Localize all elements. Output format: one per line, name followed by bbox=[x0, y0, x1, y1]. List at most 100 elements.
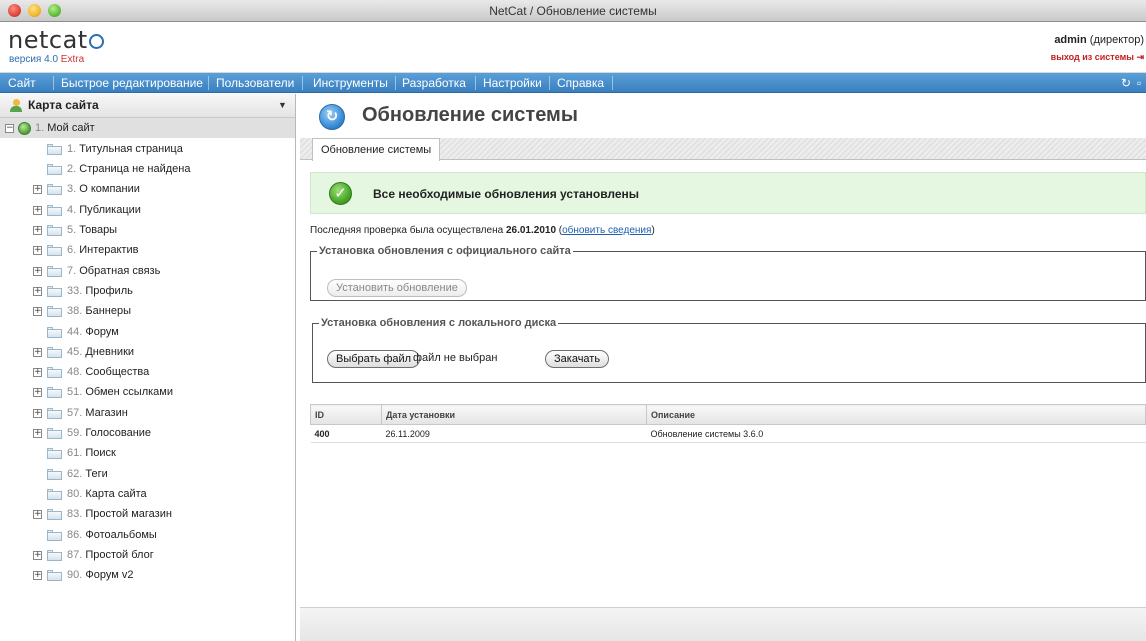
expand-icon[interactable]: + bbox=[33, 185, 42, 194]
folder-icon bbox=[47, 570, 62, 581]
menu-item-quick-edit[interactable]: Быстрое редактирование bbox=[61, 73, 203, 93]
tree-item[interactable]: + 87. Простой блог bbox=[0, 545, 295, 565]
main-menu: Сайт Быстрое редактирование Пользователи… bbox=[0, 73, 1146, 93]
tree-item[interactable]: + 38. Баннеры bbox=[0, 301, 295, 321]
choose-file-button[interactable]: Выбрать файл bbox=[327, 350, 421, 368]
tree-item[interactable]: + 83. Простой магазин bbox=[0, 504, 295, 524]
tree-item[interactable]: + 4. Публикации bbox=[0, 200, 295, 220]
main-panel: ↻ Обновление системы Обновление системы … bbox=[300, 94, 1146, 641]
install-update-button[interactable]: Установить обновление bbox=[327, 279, 467, 297]
close-window-icon[interactable] bbox=[8, 4, 21, 17]
tree-item[interactable]: + 51. Обмен ссылками bbox=[0, 382, 295, 402]
menu-item-users[interactable]: Пользователи bbox=[216, 73, 294, 93]
folder-icon bbox=[47, 530, 62, 541]
tree-item[interactable]: + 7. Обратная связь bbox=[0, 261, 295, 281]
tree-item-number: 59. bbox=[67, 427, 83, 439]
logo-text: netcat bbox=[8, 26, 88, 54]
tree-item-text: Простой магазин bbox=[85, 508, 172, 520]
expand-icon[interactable]: + bbox=[33, 246, 42, 255]
folder-icon bbox=[47, 184, 62, 195]
tree-item[interactable]: + 90. Форум v2 bbox=[0, 565, 295, 585]
tree-item-number: 86. bbox=[67, 529, 83, 541]
netcat-logo[interactable]: netcat bbox=[8, 28, 104, 52]
tree-item[interactable]: + 45. Дневники bbox=[0, 342, 295, 362]
expand-icon[interactable]: + bbox=[33, 510, 42, 519]
version-edition: Extra bbox=[60, 54, 85, 65]
tree-item-label: 3. О компании bbox=[67, 179, 140, 199]
menu-item-tools[interactable]: Инструменты bbox=[313, 73, 388, 93]
menu-item-development[interactable]: Разработка bbox=[402, 73, 466, 93]
last-check-label: Последняя проверка была осуществлена bbox=[310, 225, 504, 236]
table-row[interactable]: 400 26.11.2009 Обновление системы 3.6.0 bbox=[310, 424, 1146, 443]
tree-item-text: Обратная связь bbox=[79, 265, 161, 277]
tree-item[interactable]: 1. Титульная страница bbox=[0, 139, 295, 159]
expand-icon[interactable]: + bbox=[33, 287, 42, 296]
tree-item[interactable]: + 48. Сообщества bbox=[0, 362, 295, 382]
column-header-date[interactable]: Дата установки bbox=[381, 404, 647, 425]
panel-icon[interactable]: ▫ bbox=[1137, 73, 1141, 93]
expand-icon[interactable]: + bbox=[33, 206, 42, 215]
column-header-id[interactable]: ID bbox=[310, 404, 382, 425]
expand-icon[interactable]: + bbox=[33, 368, 42, 377]
logo-power-icon bbox=[88, 34, 104, 49]
refresh-icon[interactable]: ↻ bbox=[1121, 73, 1131, 93]
window-title: NetCat / Обновление системы bbox=[489, 4, 657, 18]
menu-divider bbox=[53, 76, 54, 90]
tree-item[interactable]: + 59. Голосование bbox=[0, 423, 295, 443]
folder-icon bbox=[47, 306, 62, 317]
tree-item[interactable]: + 33. Профиль bbox=[0, 281, 295, 301]
logout-label[interactable]: выход из системы bbox=[1051, 52, 1134, 62]
tree-item[interactable]: + 6. Интерактив bbox=[0, 240, 295, 260]
tree-item[interactable]: + 3. О компании bbox=[0, 179, 295, 199]
expand-icon[interactable]: + bbox=[33, 307, 42, 316]
tree-item-label: 1. Мой сайт bbox=[35, 118, 95, 138]
expand-icon[interactable]: + bbox=[33, 267, 42, 276]
tree-item[interactable]: + 57. Магазин bbox=[0, 403, 295, 423]
user-name[interactable]: admin bbox=[1054, 34, 1086, 46]
expand-icon[interactable]: + bbox=[33, 409, 42, 418]
tree-item-text: Сообщества bbox=[85, 366, 150, 378]
folder-icon bbox=[47, 550, 62, 561]
collapse-icon[interactable]: − bbox=[5, 124, 14, 133]
tree-item[interactable]: 80. Карта сайта bbox=[0, 484, 295, 504]
tree-item[interactable]: 86. Фотоальбомы bbox=[0, 525, 295, 545]
tree-item-number: 57. bbox=[67, 407, 83, 419]
column-header-description[interactable]: Описание bbox=[646, 404, 1146, 425]
chevron-down-icon[interactable]: ▼ bbox=[278, 100, 287, 110]
tree-item-text: Карта сайта bbox=[85, 488, 147, 500]
menu-divider bbox=[475, 76, 476, 90]
expand-icon[interactable]: + bbox=[33, 226, 42, 235]
expand-icon[interactable]: + bbox=[33, 388, 42, 397]
exit-icon[interactable]: ⇥ bbox=[1136, 52, 1144, 62]
tree-item-number: 44. bbox=[67, 326, 83, 338]
upload-button[interactable]: Закачать bbox=[545, 350, 610, 368]
tree-item-root[interactable]: − 1. Мой сайт bbox=[0, 118, 295, 138]
tree-item[interactable]: 61. Поиск bbox=[0, 443, 295, 463]
menu-item-help[interactable]: Справка bbox=[557, 73, 604, 93]
tree-item[interactable]: 2. Страница не найдена bbox=[0, 159, 295, 179]
folder-icon bbox=[47, 489, 62, 500]
app-header: netcat версия 4.0 Extra admin (директор)… bbox=[0, 23, 1146, 73]
logout-link[interactable]: выход из системы ⇥ bbox=[1051, 52, 1144, 63]
maximize-window-icon[interactable] bbox=[48, 4, 61, 17]
menu-item-site[interactable]: Сайт bbox=[8, 73, 36, 93]
minimize-window-icon[interactable] bbox=[28, 4, 41, 17]
refresh-icon: ↻ bbox=[319, 104, 345, 130]
expand-icon[interactable]: + bbox=[33, 348, 42, 357]
tree-item[interactable]: + 5. Товары bbox=[0, 220, 295, 240]
expand-icon[interactable]: + bbox=[33, 551, 42, 560]
refresh-info-link[interactable]: обновить сведения bbox=[562, 225, 651, 236]
expand-icon[interactable]: + bbox=[33, 571, 42, 580]
tree-item-text: Интерактив bbox=[79, 244, 139, 256]
tree-item[interactable]: 62. Теги bbox=[0, 464, 295, 484]
expand-icon[interactable]: + bbox=[33, 429, 42, 438]
cell-id: 400 bbox=[310, 424, 382, 443]
menu-divider bbox=[208, 76, 209, 90]
sidebar-header[interactable]: Карта сайта ▼ bbox=[0, 94, 295, 118]
tree-item-text: Мой сайт bbox=[47, 122, 95, 134]
menu-item-settings[interactable]: Настройки bbox=[483, 73, 542, 93]
tab-system-update[interactable]: Обновление системы bbox=[312, 138, 441, 161]
folder-icon bbox=[47, 448, 62, 459]
success-message: Все необходимые обновления установлены bbox=[373, 187, 640, 201]
tree-item[interactable]: 44. Форум bbox=[0, 322, 295, 342]
